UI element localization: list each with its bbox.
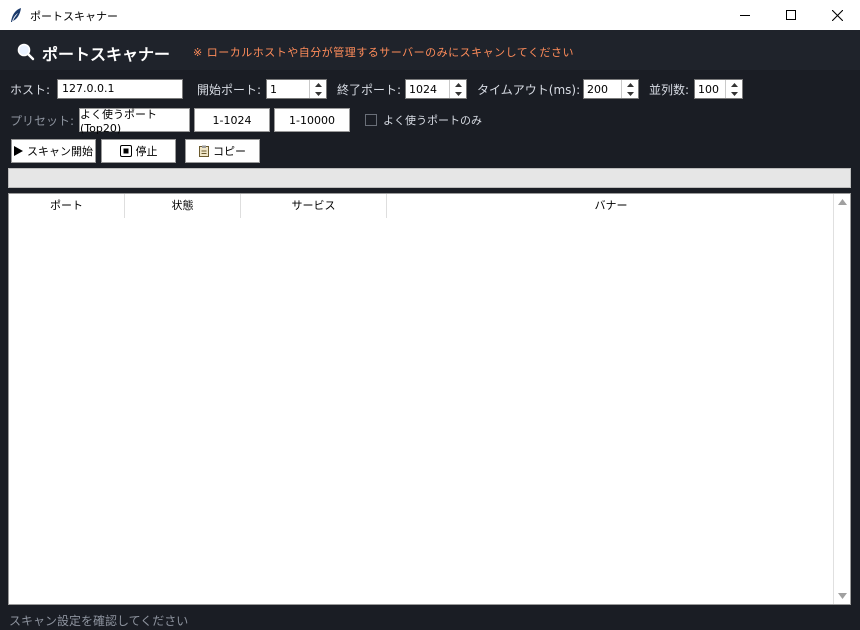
host-label: ホスト: — [10, 83, 51, 97]
status-text: スキャン設定を確認してください — [9, 614, 189, 628]
stop-icon — [119, 145, 132, 157]
app-title: ポートスキャナー — [42, 45, 171, 64]
parallel-spinbox[interactable]: 100 — [694, 79, 743, 99]
spin-down-icon[interactable] — [726, 89, 742, 98]
window-titlebar: ポートスキャナー — [0, 0, 860, 30]
feather-icon — [11, 8, 21, 22]
stop-label: 停止 — [135, 145, 158, 158]
results-table[interactable]: ポート 状態 サービス バナー — [8, 193, 851, 605]
preset-1-1024-button[interactable]: 1-1024 — [194, 108, 270, 132]
column-header-port[interactable]: ポート — [9, 194, 125, 218]
spin-arrows — [725, 80, 742, 98]
scroll-up-icon[interactable] — [837, 197, 847, 207]
minimize-button[interactable] — [722, 0, 768, 30]
scan-progress-bar — [8, 168, 851, 188]
maximize-button[interactable] — [768, 0, 814, 30]
stop-button[interactable]: 停止 — [101, 139, 176, 163]
start-scan-button[interactable]: スキャン開始 — [11, 139, 96, 163]
copy-button[interactable]: コピー — [185, 139, 260, 163]
end-port-label: 終了ポート: — [337, 83, 402, 97]
column-header-state[interactable]: 状態 — [125, 194, 241, 218]
start-scan-label: スキャン開始 — [27, 145, 93, 158]
start-port-spinbox[interactable]: 1 — [266, 79, 327, 99]
timeout-value: 200 — [587, 83, 608, 96]
end-port-value: 1024 — [409, 83, 437, 96]
timeout-spinbox[interactable]: 200 — [583, 79, 639, 99]
copy-label: コピー — [213, 145, 246, 158]
scroll-down-icon[interactable] — [837, 591, 847, 601]
minimize-icon — [740, 15, 750, 16]
host-input[interactable]: 127.0.0.1 — [57, 79, 183, 99]
start-port-value: 1 — [270, 83, 277, 96]
parallel-label: 並列数: — [649, 83, 690, 97]
common-only-checkbox[interactable] — [365, 114, 377, 126]
play-icon — [14, 146, 23, 156]
spin-arrows — [621, 80, 638, 98]
parallel-value: 100 — [698, 83, 719, 96]
controls-panel: ホスト: 127.0.0.1 開始ポート: 1 終了ポート: 1024 タイムア… — [0, 70, 860, 166]
spin-down-icon[interactable] — [310, 89, 326, 98]
spin-up-icon[interactable] — [310, 80, 326, 89]
table-scrollbar[interactable] — [833, 194, 850, 604]
clipboard-icon — [199, 145, 209, 157]
preset-1-10000-button[interactable]: 1-10000 — [274, 108, 350, 132]
spin-up-icon[interactable] — [622, 80, 638, 89]
spin-down-icon[interactable] — [450, 89, 466, 98]
start-port-label: 開始ポート: — [197, 83, 262, 97]
preset-label: プリセット: — [10, 114, 75, 128]
app-header: ポートスキャナー ※ ローカルホストや自分が管理するサーバーのみにスキャンしてく… — [0, 30, 860, 70]
warning-text: ※ ローカルホストや自分が管理するサーバーのみにスキャンしてください — [193, 46, 574, 59]
end-port-spinbox[interactable]: 1024 — [405, 79, 467, 99]
preset-top20-button[interactable]: よく使うポート(Top20) — [79, 108, 190, 135]
spin-down-icon[interactable] — [622, 89, 638, 98]
spin-arrows — [449, 80, 466, 98]
magnifier-icon — [17, 43, 35, 61]
window-title: ポートスキャナー — [30, 10, 118, 23]
table-header: ポート 状態 サービス バナー — [9, 194, 835, 218]
close-icon — [831, 9, 843, 21]
common-only-label[interactable]: よく使うポートのみ — [383, 112, 482, 128]
close-button[interactable] — [814, 0, 860, 30]
spin-up-icon[interactable] — [450, 80, 466, 89]
maximize-icon — [786, 10, 796, 20]
status-bar: スキャン設定を確認してください — [0, 608, 860, 630]
timeout-label: タイムアウト(ms): — [477, 83, 581, 97]
column-header-banner[interactable]: バナー — [387, 194, 835, 218]
spin-arrows — [309, 80, 326, 98]
column-header-service[interactable]: サービス — [241, 194, 387, 218]
spin-up-icon[interactable] — [726, 80, 742, 89]
